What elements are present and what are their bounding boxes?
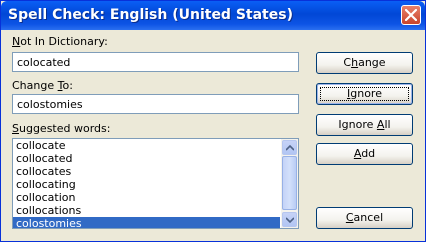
focus-rectangle: [320, 87, 409, 101]
suggestion-items: collocate collocated collocates collocating…: [13, 139, 280, 228]
not-in-dictionary-label: Not In Dictionary:: [12, 35, 108, 48]
ignore-all-button[interactable]: Ignore All: [316, 114, 413, 136]
close-icon: [405, 9, 417, 21]
close-button[interactable]: [401, 5, 421, 25]
list-item[interactable]: colostomies: [13, 217, 280, 228]
scroll-up-arrow-icon: [286, 145, 294, 151]
scroll-thumb[interactable]: [282, 156, 297, 210]
scroll-up-button[interactable]: [282, 140, 297, 155]
add-button[interactable]: Add: [316, 143, 413, 165]
scroll-down-arrow-icon: [286, 217, 294, 223]
list-scrollbar[interactable]: [281, 139, 298, 228]
change-button[interactable]: Change: [316, 52, 413, 74]
spell-check-dialog: Spell Check: English (United States) Not…: [0, 0, 426, 242]
change-to-input[interactable]: colostomies: [12, 94, 299, 114]
suggested-words-label: Suggested words:: [12, 122, 111, 135]
suggested-words-list[interactable]: collocate collocated collocates collocating…: [12, 138, 299, 229]
title-bar[interactable]: Spell Check: English (United States): [1, 1, 425, 30]
list-item[interactable]: collocations: [13, 204, 280, 217]
change-to-label: Change To:: [12, 79, 73, 92]
list-item[interactable]: collocation: [13, 191, 280, 204]
list-item[interactable]: collocated: [13, 152, 280, 165]
scroll-down-button[interactable]: [282, 212, 297, 227]
cancel-button[interactable]: Cancel: [316, 207, 413, 229]
window-title: Spell Check: English (United States): [8, 7, 293, 23]
ignore-button[interactable]: Ignore: [316, 83, 413, 105]
list-item[interactable]: collocate: [13, 139, 280, 152]
list-item[interactable]: collocates: [13, 165, 280, 178]
not-in-dictionary-field[interactable]: colocated: [12, 52, 299, 72]
list-item[interactable]: collocating: [13, 178, 280, 191]
